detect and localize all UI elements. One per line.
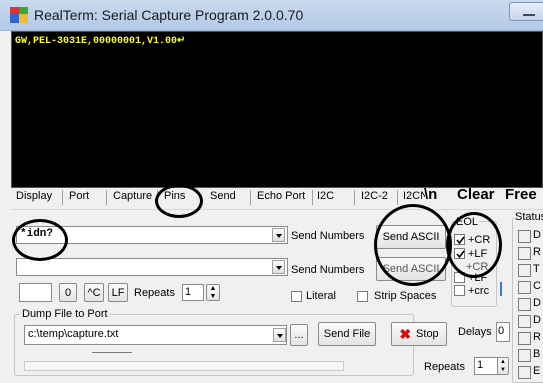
tab-port[interactable]: Port <box>69 190 89 202</box>
eol-crc-checkbox[interactable] <box>454 285 465 296</box>
status-item: T <box>518 262 543 279</box>
dump-progress-bar <box>24 361 344 371</box>
literal-label: Literal <box>306 290 336 302</box>
status-item: D <box>518 228 543 245</box>
browse-file-button[interactable]: ... <box>290 324 308 346</box>
tab-separator <box>62 190 63 205</box>
status-title: Status <box>514 211 543 223</box>
status-led <box>518 298 531 311</box>
tab-separator <box>250 190 251 205</box>
status-item: C <box>518 279 543 296</box>
status-led <box>518 332 531 345</box>
tab-display[interactable]: Display <box>16 190 52 202</box>
freeze-button[interactable]: Free <box>505 186 543 203</box>
strip-spaces-checkbox[interactable] <box>357 291 368 302</box>
tab-separator <box>312 190 313 205</box>
status-led <box>518 281 531 294</box>
window-title: RealTerm: Serial Capture Program 2.0.0.7… <box>34 7 304 23</box>
stop-x-icon: ✖ <box>399 325 412 342</box>
status-item: D <box>518 296 543 313</box>
eol-crc-label: +crc <box>468 285 490 297</box>
tab-i2cn[interactable]: I2CN <box>403 190 425 202</box>
dump-repeats-spinner[interactable]: ▲ ▼ <box>497 357 509 375</box>
focus-marker <box>500 282 502 296</box>
tab-separator <box>106 190 107 205</box>
status-item: B <box>518 347 543 364</box>
dump-repeats-label: Repeats <box>424 361 465 373</box>
zero-button[interactable]: 0 <box>59 283 77 302</box>
spin-up-icon[interactable]: ▲ <box>500 358 506 366</box>
status-item: E <box>518 364 543 381</box>
repeats-spinner[interactable]: ▲ ▼ <box>206 284 220 301</box>
status-item: R <box>518 245 543 262</box>
newline-button[interactable]: \n <box>424 186 437 203</box>
title-bar[interactable]: RealTerm: Serial Capture Program 2.0.0.7… <box>0 0 543 31</box>
literal-checkbox[interactable] <box>291 291 302 302</box>
delays-label: Delays <box>458 326 492 338</box>
status-led <box>518 247 531 260</box>
ctrl-c-button[interactable]: ^C <box>84 283 104 302</box>
annotation-circle-send-ascii <box>374 204 452 286</box>
delays-input[interactable]: 0 <box>496 322 510 342</box>
terminal-line: GW,PEL-3031E,00000001,V1.00↵ <box>15 36 186 47</box>
annotation-circle-pins <box>155 184 203 218</box>
tab-bar: Display Port Capture Pins Send Echo Port… <box>14 186 543 209</box>
progress-underline <box>92 352 132 353</box>
dump-file-dropdown-icon[interactable] <box>273 328 286 342</box>
send-numbers-2-button[interactable]: Send Numbers <box>291 264 364 276</box>
send-history-2-dropdown-icon[interactable] <box>272 260 285 274</box>
status-led <box>518 366 531 379</box>
minimize-button[interactable] <box>509 2 543 21</box>
terminal-display[interactable]: GW,PEL-3031E,00000001,V1.00↵ <box>11 31 543 188</box>
status-item: R <box>518 330 543 347</box>
tab-i2c[interactable]: I2C <box>317 190 334 202</box>
tab-separator <box>397 190 398 205</box>
repeats-label: Repeats <box>134 287 175 299</box>
dump-file-title: Dump File to Port <box>20 308 110 320</box>
clear-button[interactable]: Clear <box>457 186 495 203</box>
status-led <box>518 264 531 277</box>
spin-down-icon[interactable]: ▼ <box>500 366 506 374</box>
send-input-2[interactable] <box>16 258 288 276</box>
spin-down-icon[interactable]: ▼ <box>210 293 217 301</box>
tab-capture[interactable]: Capture <box>113 190 152 202</box>
stop-button[interactable]: ✖ Stop <box>391 322 447 346</box>
send-file-button[interactable]: Send File <box>318 322 376 346</box>
annotation-circle-eol <box>446 212 502 278</box>
send-numbers-1-button[interactable]: Send Numbers <box>291 230 364 242</box>
repeats-input[interactable]: 1 <box>182 284 204 301</box>
send-history-1-dropdown-icon[interactable] <box>272 228 285 242</box>
status-item: D <box>518 313 543 330</box>
dump-file-path-input[interactable]: c:\temp\capture.txt <box>24 325 287 345</box>
status-led <box>518 230 531 243</box>
cr-glyph-icon: ↵ <box>177 36 186 47</box>
char-code-input[interactable] <box>19 283 52 302</box>
strip-spaces-label: Strip Spaces <box>374 290 437 302</box>
spin-up-icon[interactable]: ▲ <box>210 285 217 293</box>
tab-send[interactable]: Send <box>210 190 236 202</box>
status-led <box>518 349 531 362</box>
tab-echo-port[interactable]: Echo Port <box>257 190 305 202</box>
status-led <box>518 315 531 328</box>
annotation-circle-idn <box>12 219 68 261</box>
tab-separator <box>354 190 355 205</box>
realterm-app-icon <box>10 7 28 23</box>
status-list: D R T C D D R B E <box>518 228 543 381</box>
dump-repeats-input[interactable]: 1 <box>474 357 498 375</box>
lf-button[interactable]: LF <box>108 283 128 302</box>
tab-i2c-2[interactable]: I2C-2 <box>361 190 388 202</box>
